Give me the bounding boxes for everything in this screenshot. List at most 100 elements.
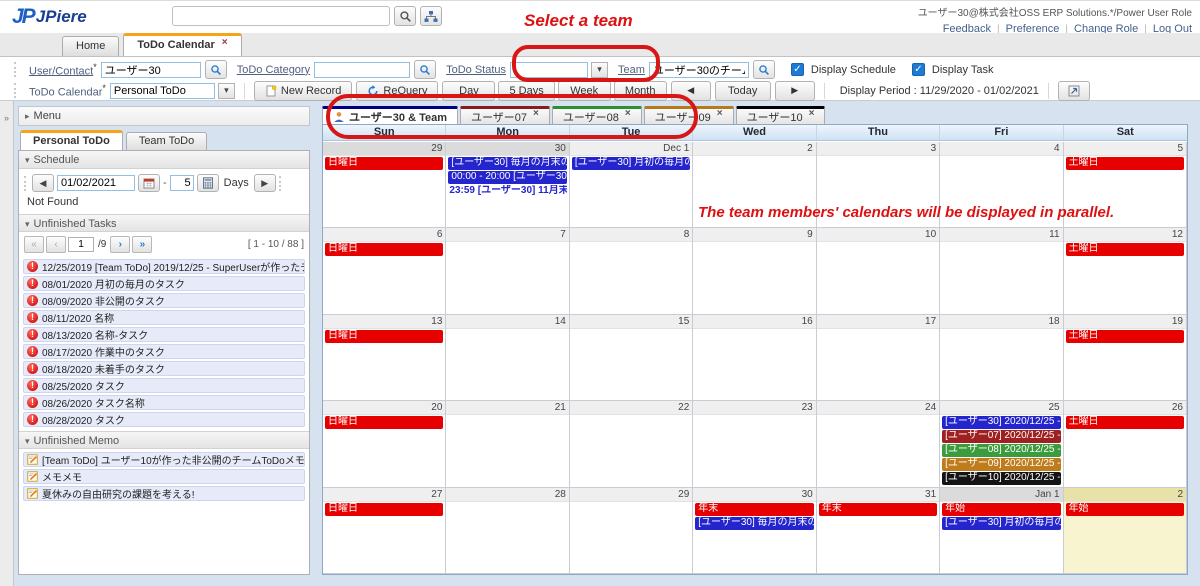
calendar-cell[interactable]: 31年末 <box>817 488 940 574</box>
calendar-event[interactable]: 土曜日 <box>1066 157 1184 170</box>
date-picker-button[interactable] <box>138 174 160 192</box>
tasks-section-header[interactable]: ▾Unfinished Tasks <box>19 214 309 232</box>
calendar-cell[interactable]: 29日曜日 <box>323 142 446 228</box>
calendar-cell[interactable]: 6日曜日 <box>323 228 446 314</box>
calendar-cell[interactable]: 30年末[ユーザー30] 毎月の月末の予定 <box>693 488 816 574</box>
menu-lookup-button[interactable] <box>420 6 442 26</box>
calendar-event[interactable]: 日曜日 <box>325 330 443 343</box>
new-record-button[interactable]: New Record <box>254 81 353 101</box>
calendar-event[interactable]: 日曜日 <box>325 157 443 170</box>
calendar-event[interactable]: [ユーザー30] 月初の毎月のタスク <box>572 157 690 170</box>
calendar-cell[interactable]: 30[ユーザー30] 毎月の月末の予定00:00 - 20:00 [ユーザー30… <box>446 142 569 228</box>
calendar-event[interactable]: 土曜日 <box>1066 330 1184 343</box>
calendar-cell[interactable]: 8 <box>570 228 693 314</box>
calendar-cell[interactable]: 22 <box>570 401 693 487</box>
calendar-cell[interactable]: 26土曜日 <box>1064 401 1187 487</box>
calendar-event[interactable]: 00:00 - 20:00 [ユーザー30] <box>448 171 566 184</box>
calendar-event[interactable]: 日曜日 <box>325 243 443 256</box>
calendar-event[interactable]: 年始 <box>1066 503 1184 516</box>
calendar-event[interactable]: [ユーザー30] 2020/12/25 - SuperUs <box>942 416 1060 429</box>
calendar-cell[interactable]: 11 <box>940 228 1063 314</box>
task-list-item[interactable]: !08/13/2020 名称-タスク <box>23 327 305 342</box>
task-list-item[interactable]: !08/25/2020 タスク <box>23 378 305 393</box>
expand-panel-icon[interactable]: » <box>0 113 13 123</box>
requery-button[interactable]: ReQuery <box>356 81 438 101</box>
task-list-item[interactable]: !08/17/2020 作業中のタスク <box>23 344 305 359</box>
view-button-month[interactable]: Month <box>614 81 667 101</box>
calendar-cell[interactable]: 29 <box>570 488 693 574</box>
calendar-event[interactable]: [ユーザー08] 2020/12/25 - SuperUs <box>942 444 1060 457</box>
close-icon[interactable]: × <box>625 108 631 119</box>
last-page-button[interactable]: » <box>132 236 152 253</box>
calendar-event[interactable]: 年末 <box>819 503 937 516</box>
calendar-cell[interactable]: 20日曜日 <box>323 401 446 487</box>
calendar-cell[interactable]: 17 <box>817 315 940 401</box>
task-list-item[interactable]: !12/25/2019 [Team ToDo] 2019/12/25 - Sup… <box>23 259 305 274</box>
user-contact-input[interactable] <box>101 62 201 78</box>
previous-period-button[interactable]: ◀ <box>671 81 711 101</box>
menu-collapsible-header[interactable]: ▸Menu <box>18 106 310 126</box>
team-input[interactable] <box>649 62 749 78</box>
next-page-button[interactable]: › <box>110 236 130 253</box>
tab-todo-calendar[interactable]: ToDo Calendar× <box>123 33 241 56</box>
calendar-event[interactable]: 日曜日 <box>325 503 443 516</box>
calendar-event[interactable]: [ユーザー30] 月初の毎月のタスク <box>942 517 1060 530</box>
global-search-input[interactable] <box>172 6 390 26</box>
close-icon[interactable]: × <box>809 108 815 119</box>
team-lookup-button[interactable] <box>753 60 775 79</box>
calendar-cell[interactable]: 13日曜日 <box>323 315 446 401</box>
todo-category-input[interactable] <box>314 62 410 78</box>
calendar-cell[interactable]: 24 <box>817 401 940 487</box>
task-list-item[interactable]: !08/18/2020 未着手のタスク <box>23 361 305 376</box>
calendar-cell[interactable]: 14 <box>446 315 569 401</box>
expand-button[interactable] <box>1058 81 1090 101</box>
calendar-cell[interactable]: 19土曜日 <box>1064 315 1187 401</box>
team-tab-2[interactable]: ユーザー08× <box>552 106 642 124</box>
team-tab-3[interactable]: ユーザー09× <box>644 106 734 124</box>
tab-home[interactable]: Home <box>62 36 119 56</box>
memo-list-item[interactable]: [Team ToDo] ユーザー10が作った非公開のチームToDoメモ <box>23 452 305 467</box>
task-list-item[interactable]: !08/28/2020 タスク <box>23 412 305 427</box>
user-contact-lookup-button[interactable] <box>205 60 227 79</box>
calendar-cell[interactable]: 10 <box>817 228 940 314</box>
calendar-event[interactable]: [ユーザー10] 2020/12/25 - SuperUs <box>942 472 1060 485</box>
calendar-event[interactable]: [ユーザー30] 毎月の月末の予定 <box>448 157 566 170</box>
todo-calendar-select[interactable] <box>110 83 215 99</box>
task-list-item[interactable]: !08/09/2020 非公開のタスク <box>23 293 305 308</box>
page-number-input[interactable] <box>68 237 94 252</box>
previous-page-button[interactable]: ‹ <box>46 236 66 253</box>
task-list-item[interactable]: !08/26/2020 タスク名称 <box>23 395 305 410</box>
team-tab-4[interactable]: ユーザー10× <box>736 106 826 124</box>
calendar-cell[interactable]: 18 <box>940 315 1063 401</box>
calendar-cell[interactable]: 25[ユーザー30] 2020/12/25 - SuperUs[ユーザー07] … <box>940 401 1063 487</box>
sidebar-tab-personal-todo[interactable]: Personal ToDo <box>20 130 123 150</box>
calendar-cell[interactable]: 27日曜日 <box>323 488 446 574</box>
west-collapse-rail[interactable]: » <box>0 101 14 586</box>
todo-status-input[interactable] <box>510 62 588 78</box>
calendar-cell[interactable]: 12土曜日 <box>1064 228 1187 314</box>
calendar-cell[interactable]: 21 <box>446 401 569 487</box>
schedule-section-header[interactable]: ▾Schedule <box>19 151 309 169</box>
global-search-button[interactable] <box>394 6 416 26</box>
schedule-next-button[interactable]: ▶ <box>254 174 276 192</box>
calendar-cell[interactable]: Jan 1年始[ユーザー30] 月初の毎月のタスク <box>940 488 1063 574</box>
sidebar-tab-team-todo[interactable]: Team ToDo <box>126 132 207 150</box>
calendar-event[interactable]: [ユーザー07] 2020/12/25 - SuperUs <box>942 430 1060 443</box>
calendar-cell[interactable]: 7 <box>446 228 569 314</box>
todo-status-caret[interactable]: ▾ <box>591 62 608 78</box>
calendar-event[interactable]: 23:59 [ユーザー30] 11月末の最後の <box>448 185 566 198</box>
display-schedule-checkbox[interactable]: ✓ <box>791 63 804 76</box>
view-button-day[interactable]: Day <box>442 81 495 101</box>
display-task-checkbox[interactable]: ✓ <box>912 63 925 76</box>
task-list-item[interactable]: !08/01/2020 月初の毎月のタスク <box>23 276 305 291</box>
calendar-event[interactable]: 土曜日 <box>1066 416 1184 429</box>
todo-category-lookup-button[interactable] <box>414 60 436 79</box>
memo-section-header[interactable]: ▾Unfinished Memo <box>19 431 309 449</box>
first-page-button[interactable]: « <box>24 236 44 253</box>
calendar-event[interactable]: [ユーザー09] 2020/12/25 - SuperUs <box>942 458 1060 471</box>
calendar-cell[interactable]: 2年始 <box>1064 488 1187 574</box>
task-list-item[interactable]: !08/11/2020 名称 <box>23 310 305 325</box>
view-button-5-days[interactable]: 5 Days <box>498 81 554 101</box>
close-icon[interactable]: × <box>222 37 228 48</box>
todo-calendar-caret[interactable]: ▾ <box>218 83 235 99</box>
